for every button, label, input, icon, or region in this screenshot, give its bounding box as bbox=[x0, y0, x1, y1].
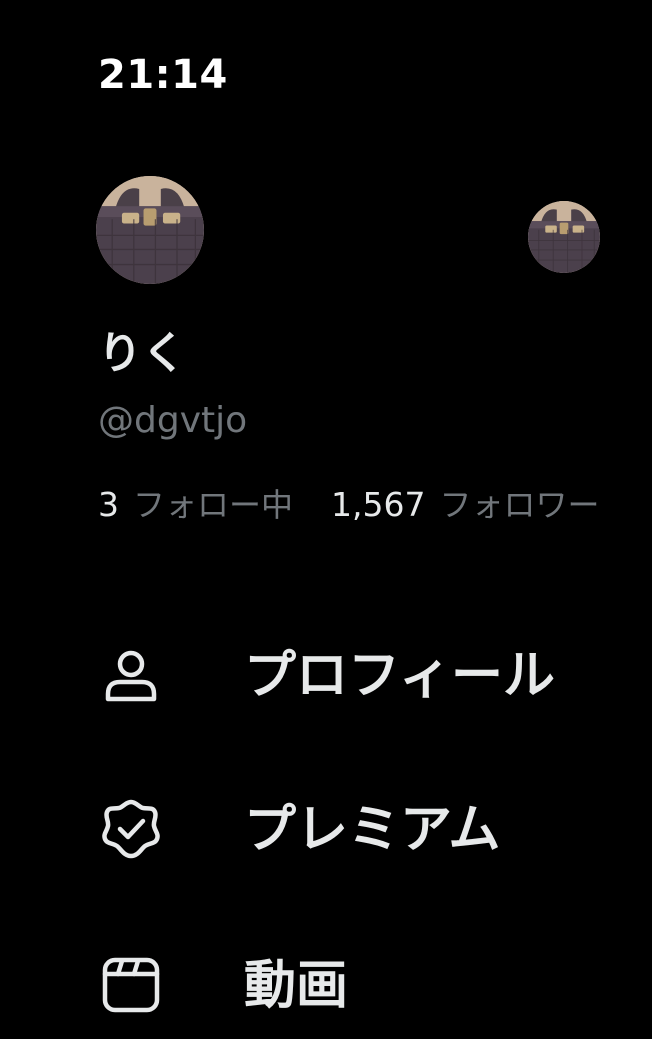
follow-stats: 3 フォロー中 1,567 フォロワー bbox=[98, 484, 600, 526]
verified-badge-icon bbox=[98, 796, 164, 862]
drawer-menu: 21:14 りく @dgvtjo 3 フォロー中 1,567 フォロワー プロフ… bbox=[0, 0, 652, 1039]
menu-item-label: 動画 bbox=[244, 956, 349, 1016]
profile-display-name[interactable]: りく bbox=[98, 328, 186, 380]
menu-item-label: プロフィール bbox=[244, 646, 555, 706]
following-stat[interactable]: 3 フォロー中 bbox=[98, 484, 293, 526]
profile-avatar[interactable] bbox=[96, 176, 204, 284]
followers-label: フォロワー bbox=[439, 486, 600, 524]
menu-item-premium[interactable]: プレミアム bbox=[98, 770, 638, 880]
followers-count: 1,567 bbox=[331, 485, 426, 524]
menu-item-profile[interactable]: プロフィール bbox=[98, 616, 638, 726]
avatar-image bbox=[528, 201, 600, 273]
following-count: 3 bbox=[98, 485, 119, 524]
status-bar-time: 21:14 bbox=[98, 52, 228, 98]
following-label: フォロー中 bbox=[133, 486, 294, 524]
video-clapper-icon bbox=[98, 952, 164, 1018]
followers-stat[interactable]: 1,567 フォロワー bbox=[331, 484, 600, 526]
menu-item-video[interactable]: 動画 bbox=[98, 926, 638, 1036]
profile-handle[interactable]: @dgvtjo bbox=[98, 400, 247, 442]
avatar-image bbox=[96, 176, 204, 284]
switch-account-avatar[interactable] bbox=[528, 201, 600, 273]
person-icon bbox=[98, 642, 164, 708]
menu-item-label: プレミアム bbox=[244, 800, 501, 860]
